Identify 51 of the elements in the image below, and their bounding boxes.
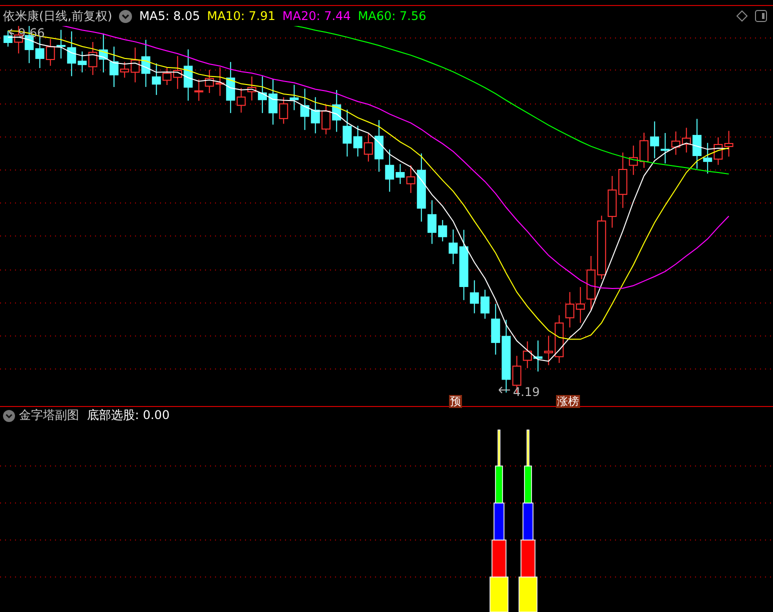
- stock-title: 依米康(日线,前复权): [3, 8, 112, 24]
- candlestick: [534, 340, 542, 372]
- candlestick: [703, 142, 712, 174]
- candlestick: [650, 120, 660, 159]
- low-price-label: 4.19: [513, 385, 540, 399]
- diamond-icon[interactable]: [736, 10, 748, 22]
- chevron-down-icon[interactable]: [119, 10, 132, 22]
- candlestick: [608, 175, 617, 228]
- indicator-title: 金字塔副图: [19, 407, 79, 424]
- candlestick: [35, 36, 44, 69]
- candlestick: [56, 29, 66, 60]
- candlestick: [110, 46, 118, 88]
- indicator-value: 底部选股: 0.00: [87, 407, 170, 424]
- candlestick: [692, 118, 702, 170]
- candlestick: [98, 32, 108, 73]
- candlestick: [522, 340, 532, 369]
- candlestick: [714, 136, 723, 166]
- candlestick: [586, 256, 596, 311]
- moving-average-value: MA20: 7.44: [282, 9, 351, 23]
- candlestick: [374, 120, 384, 172]
- candlestick: [204, 69, 214, 94]
- candlestick: [724, 130, 734, 158]
- candlestick: [216, 66, 224, 96]
- arrow-icon: [8, 28, 14, 36]
- candlestick: [491, 303, 500, 356]
- candlestick: [279, 96, 288, 124]
- candlestick: [565, 292, 574, 328]
- signal-tag: 涨榜: [556, 395, 580, 408]
- candlestick: [310, 96, 320, 134]
- candlestick: [597, 215, 606, 280]
- candlestick: [4, 30, 12, 48]
- candlestick: [480, 289, 490, 320]
- candlestick: [671, 130, 680, 156]
- candlestick: [322, 104, 330, 135]
- candlestick: [428, 200, 436, 244]
- moving-average-value: MA10: 7.91: [206, 9, 276, 23]
- signal-tag: 预: [449, 395, 462, 408]
- moving-average-value: MA5: 8.05: [139, 9, 200, 23]
- chevron-down-icon[interactable]: [3, 410, 15, 422]
- panel-toggle-icon[interactable]: [755, 10, 767, 22]
- candlestick: [640, 132, 648, 168]
- candlestick: [660, 132, 670, 164]
- candlestick: [46, 38, 55, 66]
- candlestick: [268, 78, 278, 126]
- arrow-icon: [498, 386, 510, 394]
- candlestick: [332, 90, 342, 132]
- candlestick: [162, 66, 172, 86]
- candlestick: [576, 286, 585, 324]
- candlestick: [682, 127, 691, 153]
- moving-average-value: MA60: 7.56: [358, 9, 426, 23]
- candlestick: [364, 133, 373, 162]
